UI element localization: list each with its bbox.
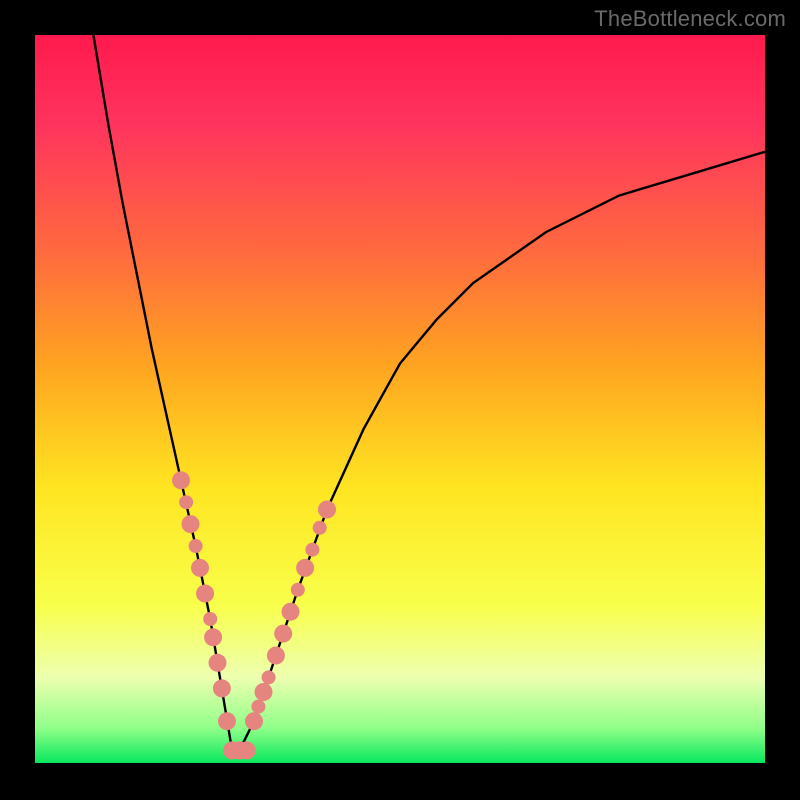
bottleneck-plot [0,0,800,800]
marker-point [251,700,265,714]
marker-point [218,712,236,730]
marker-point [245,712,263,730]
marker-point [255,683,273,701]
marker-point [274,625,292,643]
marker-point [296,559,314,577]
marker-point [267,647,285,665]
marker-point [262,670,276,684]
marker-point [191,559,209,577]
marker-point [209,654,227,672]
marker-point [179,495,193,509]
marker-point [172,471,190,489]
marker-point [189,539,203,553]
marker-point [282,603,300,621]
marker-point [313,521,327,535]
marker-point [318,501,336,519]
chart-canvas: TheBottleneck.com [0,0,800,800]
marker-point [203,612,217,626]
marker-point [196,585,214,603]
marker-point [238,741,256,759]
marker-point [213,679,231,697]
marker-point [291,583,305,597]
marker-point [182,515,200,533]
marker-point [305,543,319,557]
plot-background [35,35,765,765]
marker-point [204,628,222,646]
